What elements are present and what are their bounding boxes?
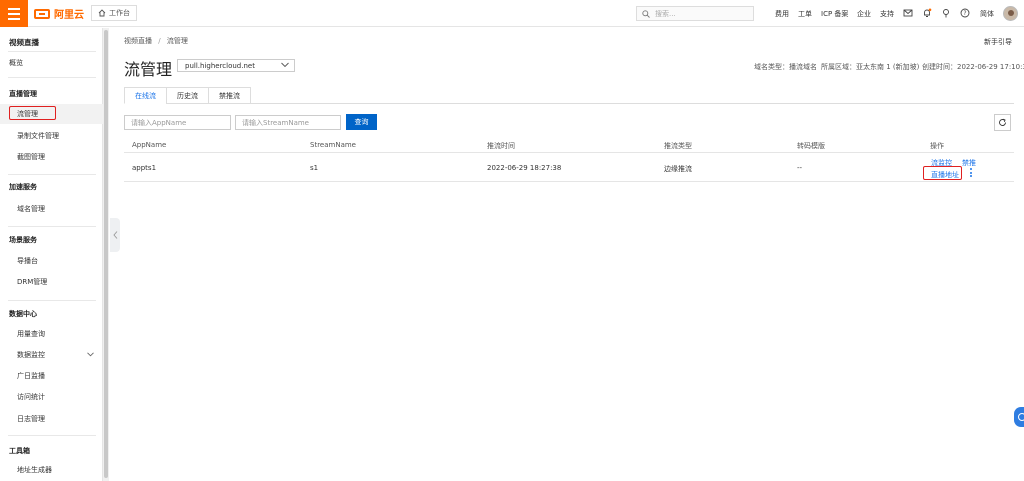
sidebar-item-logs[interactable]: 日志管理 (0, 409, 103, 429)
table-row: appts1 s1 2022-06-29 18:27:38 边缘推流 -- (124, 153, 1014, 182)
meta-region: 所属区域：亚太东南 1 (新加坡) (821, 63, 920, 71)
breadcrumb-separator: / (158, 37, 161, 45)
th-appname: AppName (132, 141, 167, 149)
refresh-icon (999, 118, 1006, 126)
sidebar-item-overview[interactable]: 概览 (0, 53, 103, 73)
sidebar-item-domains[interactable]: 域名管理 (0, 199, 103, 219)
nav-enterprise[interactable]: 企业 (857, 9, 871, 19)
nav-support[interactable]: 支持 (880, 9, 894, 19)
language-switch[interactable]: 简体 (980, 9, 994, 19)
search-icon (642, 9, 650, 18)
sidebar-item-snapshots[interactable]: 截图管理 (0, 147, 103, 167)
guide-link[interactable]: 新手引导 (984, 37, 1012, 47)
top-bar: 阿里云 工作台 费用 工单 ICP 备案 企业 支持 ? 简体 (0, 0, 1024, 27)
stream-tabs: 在线流 历史流 禁推流 (124, 87, 251, 104)
cell-push-type: 边缘推流 (664, 165, 692, 173)
user-avatar[interactable] (1003, 6, 1018, 21)
sidebar-item-usage[interactable]: 用量查询 (0, 324, 103, 344)
search-box[interactable] (636, 6, 754, 21)
th-push-type: 推流类型 (664, 142, 692, 150)
chevron-down-icon (281, 62, 289, 68)
sidebar-scrollbar-thumb[interactable] (104, 30, 108, 478)
sidebar-item-access-stats[interactable]: 访问统计 (0, 387, 103, 407)
meta-created: 创建时间：2022-06-29 17:10:39 (922, 63, 1024, 71)
sidebar-item-ad-monitor[interactable]: 广日监播 (0, 366, 103, 386)
cell-push-time: 2022-06-29 18:27:38 (487, 164, 562, 172)
highlight-box-sidebar (9, 106, 56, 120)
cell-appname: appts1 (132, 164, 157, 172)
sidebar-item-drm[interactable]: DRM管理 (0, 272, 103, 292)
tab-banned-streams[interactable]: 禁推流 (208, 87, 251, 104)
sidebar-item-director[interactable]: 导播台 (0, 251, 103, 271)
more-actions-icon[interactable] (970, 168, 973, 178)
sidebar-collapse-handle[interactable] (110, 218, 120, 252)
home-icon (98, 9, 106, 17)
menu-icon[interactable] (0, 0, 28, 27)
nav-icp[interactable]: ICP 备案 (821, 9, 848, 19)
logo[interactable]: 阿里云 (34, 7, 84, 21)
svg-text:?: ? (963, 10, 966, 17)
tab-history-streams[interactable]: 历史流 (166, 87, 209, 104)
sidebar-item-url-generator[interactable]: 地址生成器 (0, 460, 103, 480)
chevron-left-icon (112, 231, 117, 239)
sidebar-group-toolbox: 工具箱 (9, 447, 30, 455)
domain-select[interactable]: pull.highercloud.net (177, 59, 295, 72)
th-actions: 操作 (930, 142, 944, 150)
sidebar-group-data: 数据中心 (9, 310, 37, 318)
breadcrumb: 视频直播 / 流管理 (124, 36, 188, 46)
sidebar-divider (8, 51, 96, 52)
nav-ticket[interactable]: 工单 (798, 9, 812, 19)
refresh-button[interactable] (994, 114, 1011, 131)
tabs-underline (124, 103, 1014, 104)
page-title: 流管理 (124, 60, 173, 79)
aliyun-logo-icon (34, 8, 50, 19)
sidebar-divider (8, 226, 96, 227)
disable-push-link[interactable]: 禁推 (962, 158, 976, 168)
bell-icon[interactable] (922, 8, 932, 18)
tab-online-streams[interactable]: 在线流 (124, 87, 167, 104)
breadcrumb-current: 流管理 (166, 37, 188, 45)
table-header: AppName StreamName 推流时间 推流类型 转码模版 操作 (124, 136, 1014, 153)
search-input[interactable] (655, 9, 745, 18)
breadcrumb-root[interactable]: 视频直播 (124, 37, 152, 45)
workbench-button[interactable]: 工作台 (91, 5, 137, 21)
nav-billing[interactable]: 费用 (775, 9, 789, 19)
sidebar-divider (8, 435, 96, 436)
sidebar-group-acceleration: 加速服务 (9, 183, 37, 191)
floating-assistant-button[interactable] (1014, 407, 1024, 427)
th-transcode-template: 转码模版 (797, 142, 825, 150)
th-push-time: 推流时间 (487, 142, 515, 150)
help-icon[interactable]: ? (960, 8, 970, 18)
location-icon[interactable] (941, 8, 951, 18)
chevron-down-icon (87, 352, 94, 357)
sidebar-group-live: 直播管理 (9, 90, 37, 98)
sidebar: 视频直播 概览 直播管理 流管理 录制文件管理 截图管理 加速服务 域名管理 场… (0, 28, 103, 481)
cell-streamname: s1 (310, 164, 319, 172)
message-icon[interactable] (903, 8, 913, 18)
sidebar-item-recording-files[interactable]: 录制文件管理 (0, 126, 103, 146)
meta-domain-type: 域名类型：播流域名 (754, 63, 817, 71)
query-button[interactable]: 查询 (346, 114, 377, 130)
sidebar-title: 视频直播 (9, 38, 39, 47)
appname-input[interactable] (124, 115, 231, 130)
th-streamname: StreamName (310, 141, 356, 149)
sidebar-item-monitoring[interactable]: 数据监控 (0, 345, 103, 365)
sidebar-group-scenes: 场景服务 (9, 236, 37, 244)
sidebar-divider (8, 77, 96, 78)
sidebar-divider (8, 174, 96, 175)
highlight-box-live-url (923, 166, 962, 180)
cell-transcode-template: -- (797, 164, 803, 172)
logo-text: 阿里云 (54, 10, 84, 21)
streamname-input[interactable] (235, 115, 341, 130)
sidebar-divider (8, 300, 96, 301)
workbench-label: 工作台 (109, 9, 130, 17)
domain-select-value: pull.highercloud.net (185, 61, 255, 70)
